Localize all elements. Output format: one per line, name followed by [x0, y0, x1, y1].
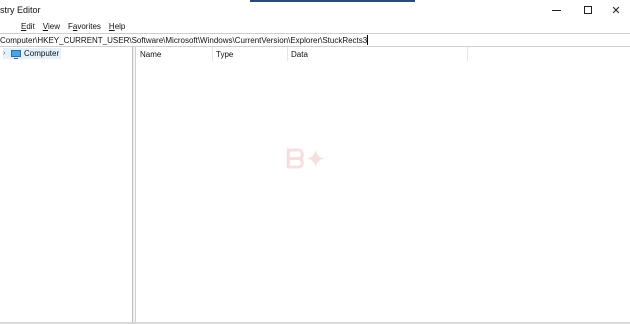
- menu-bar: Edit View Favorites Help: [0, 20, 630, 33]
- computer-icon: [11, 50, 21, 59]
- maximize-button[interactable]: [574, 1, 602, 19]
- watermark-logo: ᗷ✦: [280, 139, 350, 187]
- menu-help[interactable]: Help: [109, 22, 125, 31]
- title-bar[interactable]: stry Editor ✕: [0, 0, 630, 20]
- address-bar[interactable]: Computer\HKEY_CURRENT_USER\Software\Micr…: [0, 33, 630, 47]
- menu-favorites[interactable]: Favorites: [68, 22, 101, 31]
- menu-edit[interactable]: Edit: [21, 22, 35, 31]
- column-header-name[interactable]: Name: [137, 47, 213, 61]
- column-header-type[interactable]: Type: [213, 47, 288, 61]
- close-icon: ✕: [611, 4, 621, 17]
- watermark-logo-mark: ᗷ✦: [286, 145, 327, 175]
- address-path[interactable]: Computer\HKEY_CURRENT_USER\Software\Micr…: [0, 36, 367, 45]
- list-header: Name Type Data: [137, 47, 630, 61]
- values-pane[interactable]: Name Type Data: [137, 47, 630, 324]
- column-header-data[interactable]: Data: [288, 47, 468, 61]
- tree-item-computer[interactable]: › Computer: [3, 48, 61, 59]
- text-caret: [367, 35, 369, 45]
- window-title: stry Editor: [0, 5, 41, 15]
- minimize-icon: [551, 9, 561, 11]
- maximize-icon: [584, 6, 592, 14]
- close-button[interactable]: ✕: [602, 1, 630, 19]
- minimize-button[interactable]: [542, 1, 570, 19]
- pane-splitter[interactable]: [133, 47, 136, 324]
- registry-editor-window: stry Editor ✕ Edit View Favorites Help C…: [0, 0, 630, 324]
- menu-view[interactable]: View: [43, 22, 60, 31]
- chevron-right-icon[interactable]: ›: [3, 50, 9, 57]
- tree-pane[interactable]: › Computer: [0, 47, 133, 324]
- tree-item-label: Computer: [24, 49, 60, 58]
- top-strip: [250, 0, 415, 2]
